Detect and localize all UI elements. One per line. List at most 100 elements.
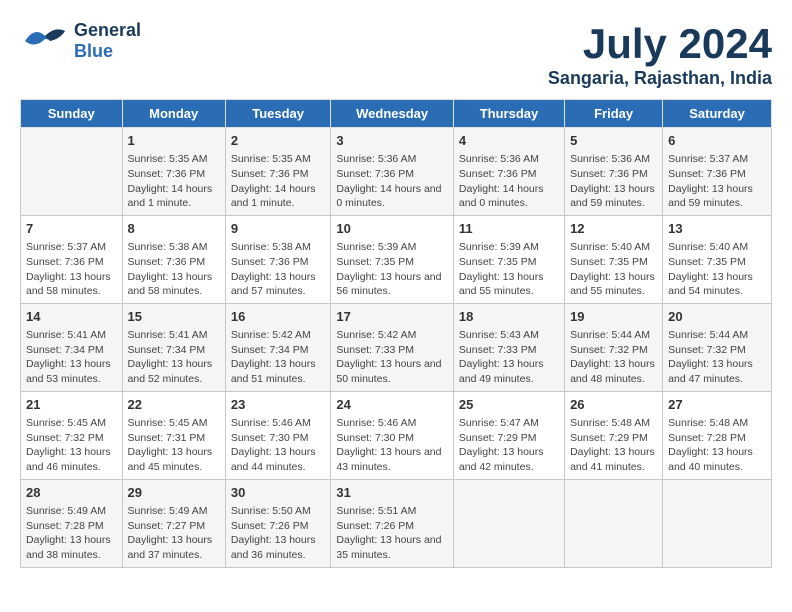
- cell-content: Sunrise: 5:48 AM Sunset: 7:29 PM Dayligh…: [570, 416, 657, 475]
- day-number: 20: [668, 308, 766, 326]
- calendar-cell: 15Sunrise: 5:41 AM Sunset: 7:34 PM Dayli…: [122, 303, 225, 391]
- cell-content: Sunrise: 5:35 AM Sunset: 7:36 PM Dayligh…: [231, 152, 326, 211]
- cell-content: Sunrise: 5:42 AM Sunset: 7:34 PM Dayligh…: [231, 328, 326, 387]
- cell-content: Sunrise: 5:48 AM Sunset: 7:28 PM Dayligh…: [668, 416, 766, 475]
- calendar-cell: 5 Sunrise: 5:36 AM Sunset: 7:36 PM Daylig…: [565, 128, 663, 216]
- calendar-cell: 1Sunrise: 5:35 AM Sunset: 7:36 PM Daylig…: [122, 128, 225, 216]
- calendar-cell: 16 Sunrise: 5:42 AM Sunset: 7:34 PM Dayli…: [225, 303, 331, 391]
- calendar-cell: 29 Sunrise: 5:49 AM Sunset: 7:27 PM Dayli…: [122, 479, 225, 567]
- day-number: 3: [336, 132, 448, 150]
- calendar-cell: [565, 479, 663, 567]
- calendar-cell: 13Sunrise: 5:40 AM Sunset: 7:35 PM Dayli…: [663, 215, 772, 303]
- calendar-cell: 18 Sunrise: 5:43 AM Sunset: 7:33 PM Dayli…: [453, 303, 564, 391]
- day-number: 17: [336, 308, 448, 326]
- col-monday: Monday: [122, 100, 225, 128]
- header-row: Sunday Monday Tuesday Wednesday Thursday…: [21, 100, 772, 128]
- cell-content: Sunrise: 5:37 AM Sunset: 7:36 PM Dayligh…: [668, 152, 766, 211]
- day-number: 31: [336, 484, 448, 502]
- calendar-cell: 26 Sunrise: 5:48 AM Sunset: 7:29 PM Dayli…: [565, 391, 663, 479]
- logo-text: General Blue: [74, 20, 141, 62]
- logo-icon: [20, 21, 70, 61]
- cell-content: Sunrise: 5:45 AM Sunset: 7:31 PM Dayligh…: [128, 416, 220, 475]
- cell-content: Sunrise: 5:49 AM Sunset: 7:28 PM Dayligh…: [26, 504, 117, 563]
- day-number: 11: [459, 220, 559, 238]
- calendar-cell: 28 Sunrise: 5:49 AM Sunset: 7:28 PM Dayli…: [21, 479, 123, 567]
- day-number: 23: [231, 396, 326, 414]
- calendar-cell: 9 Sunrise: 5:38 AM Sunset: 7:36 PM Daylig…: [225, 215, 331, 303]
- day-number: 27: [668, 396, 766, 414]
- main-title: July 2024: [548, 20, 772, 68]
- day-number: 9: [231, 220, 326, 238]
- cell-content: Sunrise: 5:40 AM Sunset: 7:35 PM Dayligh…: [668, 240, 766, 299]
- calendar-cell: 14 Sunrise: 5:41 AM Sunset: 7:34 PM Dayli…: [21, 303, 123, 391]
- day-number: 5: [570, 132, 657, 150]
- col-saturday: Saturday: [663, 100, 772, 128]
- cell-content: Sunrise: 5:47 AM Sunset: 7:29 PM Dayligh…: [459, 416, 559, 475]
- page-header: General Blue July 2024 Sangaria, Rajasth…: [20, 20, 772, 89]
- cell-content: Sunrise: 5:41 AM Sunset: 7:34 PM Dayligh…: [26, 328, 117, 387]
- logo: General Blue: [20, 20, 141, 62]
- cell-content: Sunrise: 5:36 AM Sunset: 7:36 PM Dayligh…: [570, 152, 657, 211]
- calendar-cell: 31Sunrise: 5:51 AM Sunset: 7:26 PM Dayli…: [331, 479, 454, 567]
- day-number: 14: [26, 308, 117, 326]
- calendar-header: Sunday Monday Tuesday Wednesday Thursday…: [21, 100, 772, 128]
- cell-content: Sunrise: 5:44 AM Sunset: 7:32 PM Dayligh…: [570, 328, 657, 387]
- calendar-cell: 30Sunrise: 5:50 AM Sunset: 7:26 PM Dayli…: [225, 479, 331, 567]
- cell-content: Sunrise: 5:46 AM Sunset: 7:30 PM Dayligh…: [336, 416, 448, 475]
- calendar-cell: 20 Sunrise: 5:44 AM Sunset: 7:32 PM Dayli…: [663, 303, 772, 391]
- week-row-1: 1Sunrise: 5:35 AM Sunset: 7:36 PM Daylig…: [21, 128, 772, 216]
- title-block: July 2024 Sangaria, Rajasthan, India: [548, 20, 772, 89]
- cell-content: Sunrise: 5:36 AM Sunset: 7:36 PM Dayligh…: [459, 152, 559, 211]
- cell-content: Sunrise: 5:38 AM Sunset: 7:36 PM Dayligh…: [231, 240, 326, 299]
- week-row-5: 28 Sunrise: 5:49 AM Sunset: 7:28 PM Dayli…: [21, 479, 772, 567]
- week-row-4: 21Sunrise: 5:45 AM Sunset: 7:32 PM Dayli…: [21, 391, 772, 479]
- cell-content: Sunrise: 5:41 AM Sunset: 7:34 PM Dayligh…: [128, 328, 220, 387]
- day-number: 26: [570, 396, 657, 414]
- day-number: 12: [570, 220, 657, 238]
- day-number: 25: [459, 396, 559, 414]
- calendar-cell: 25 Sunrise: 5:47 AM Sunset: 7:29 PM Dayli…: [453, 391, 564, 479]
- day-number: 29: [128, 484, 220, 502]
- calendar-cell: 21Sunrise: 5:45 AM Sunset: 7:32 PM Dayli…: [21, 391, 123, 479]
- logo-blue: Blue: [74, 41, 141, 62]
- col-thursday: Thursday: [453, 100, 564, 128]
- week-row-3: 14 Sunrise: 5:41 AM Sunset: 7:34 PM Dayli…: [21, 303, 772, 391]
- day-number: 10: [336, 220, 448, 238]
- calendar-cell: 2 Sunrise: 5:35 AM Sunset: 7:36 PM Daylig…: [225, 128, 331, 216]
- col-sunday: Sunday: [21, 100, 123, 128]
- calendar-cell: [663, 479, 772, 567]
- calendar-cell: 24 Sunrise: 5:46 AM Sunset: 7:30 PM Dayli…: [331, 391, 454, 479]
- cell-content: Sunrise: 5:43 AM Sunset: 7:33 PM Dayligh…: [459, 328, 559, 387]
- day-number: 2: [231, 132, 326, 150]
- calendar-cell: 6 Sunrise: 5:37 AM Sunset: 7:36 PM Daylig…: [663, 128, 772, 216]
- calendar-body: 1Sunrise: 5:35 AM Sunset: 7:36 PM Daylig…: [21, 128, 772, 568]
- day-number: 24: [336, 396, 448, 414]
- cell-content: Sunrise: 5:35 AM Sunset: 7:36 PM Dayligh…: [128, 152, 220, 211]
- day-number: 18: [459, 308, 559, 326]
- subtitle: Sangaria, Rajasthan, India: [548, 68, 772, 89]
- calendar-cell: 19Sunrise: 5:44 AM Sunset: 7:32 PM Dayli…: [565, 303, 663, 391]
- day-number: 16: [231, 308, 326, 326]
- cell-content: Sunrise: 5:39 AM Sunset: 7:35 PM Dayligh…: [336, 240, 448, 299]
- cell-content: Sunrise: 5:46 AM Sunset: 7:30 PM Dayligh…: [231, 416, 326, 475]
- calendar-cell: 22Sunrise: 5:45 AM Sunset: 7:31 PM Dayli…: [122, 391, 225, 479]
- day-number: 6: [668, 132, 766, 150]
- day-number: 7: [26, 220, 117, 238]
- cell-content: Sunrise: 5:44 AM Sunset: 7:32 PM Dayligh…: [668, 328, 766, 387]
- calendar-cell: 7Sunrise: 5:37 AM Sunset: 7:36 PM Daylig…: [21, 215, 123, 303]
- calendar-cell: 12Sunrise: 5:40 AM Sunset: 7:35 PM Dayli…: [565, 215, 663, 303]
- calendar-cell: 10 Sunrise: 5:39 AM Sunset: 7:35 PM Dayli…: [331, 215, 454, 303]
- calendar-cell: 17 Sunrise: 5:42 AM Sunset: 7:33 PM Dayli…: [331, 303, 454, 391]
- logo-general: General: [74, 20, 141, 41]
- calendar-cell: [453, 479, 564, 567]
- day-number: 4: [459, 132, 559, 150]
- day-number: 8: [128, 220, 220, 238]
- cell-content: Sunrise: 5:49 AM Sunset: 7:27 PM Dayligh…: [128, 504, 220, 563]
- day-number: 30: [231, 484, 326, 502]
- calendar-cell: 8Sunrise: 5:38 AM Sunset: 7:36 PM Daylig…: [122, 215, 225, 303]
- cell-content: Sunrise: 5:42 AM Sunset: 7:33 PM Dayligh…: [336, 328, 448, 387]
- calendar-table: Sunday Monday Tuesday Wednesday Thursday…: [20, 99, 772, 568]
- calendar-cell: 27 Sunrise: 5:48 AM Sunset: 7:28 PM Dayli…: [663, 391, 772, 479]
- day-number: 28: [26, 484, 117, 502]
- col-friday: Friday: [565, 100, 663, 128]
